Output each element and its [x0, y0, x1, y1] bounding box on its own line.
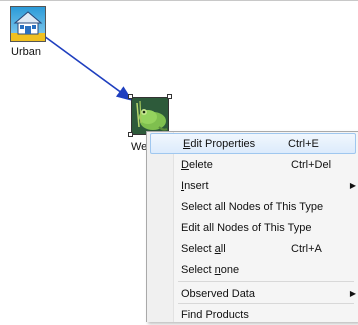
menu-item-label: Select all [181, 242, 226, 255]
wetland-node-label: We [131, 141, 148, 153]
menu-item-label: Insert [181, 179, 209, 192]
menu-item-delete[interactable]: Delete Ctrl+Del [149, 154, 358, 175]
menu-item-label: Observed Data [181, 287, 255, 300]
selection-handle-top-left[interactable] [128, 94, 133, 99]
menu-item-label: Edit all Nodes of This Type [181, 221, 312, 234]
menu-item-shortcut: Ctrl+A [291, 242, 322, 255]
urban-node-house-icon[interactable] [10, 6, 46, 42]
wetland-node-frog-icon[interactable] [131, 97, 169, 135]
context-menu[interactable]: Edit Properties Ctrl+E Delete Ctrl+Del I… [146, 131, 358, 322]
menu-item-edit-properties[interactable]: Edit Properties Ctrl+E [150, 133, 356, 154]
selection-handle-bottom-left[interactable] [128, 132, 133, 137]
menu-item-label: Select all Nodes of This Type [181, 200, 324, 213]
menu-item-select-all[interactable]: Select all Ctrl+A [149, 238, 358, 259]
submenu-arrow-icon: ▶ [349, 289, 357, 298]
submenu-arrow-icon: ▶ [349, 181, 357, 190]
menu-item-label: Delete [181, 158, 213, 171]
menu-item-label: Select none [181, 263, 240, 276]
menu-separator [178, 281, 354, 282]
urban-node-label: Urban [11, 46, 41, 58]
menu-item-select-none[interactable]: Select none [149, 259, 358, 280]
menu-item-shortcut: Ctrl+Del [291, 158, 332, 171]
menu-item-shortcut: Ctrl+E [288, 137, 319, 150]
menu-item-label: Edit Properties [183, 137, 256, 150]
menu-item-label: Find Products [181, 308, 249, 321]
selection-handle-top-right[interactable] [167, 94, 172, 99]
menu-item-observed-data[interactable]: Observed Data ▶ [149, 283, 358, 304]
menu-item-select-all-nodes-of-type[interactable]: Select all Nodes of This Type [149, 196, 358, 217]
menu-item-edit-all-nodes-of-type[interactable]: Edit all Nodes of This Type [149, 217, 358, 238]
menu-item-insert[interactable]: Insert ▶ [149, 175, 358, 196]
